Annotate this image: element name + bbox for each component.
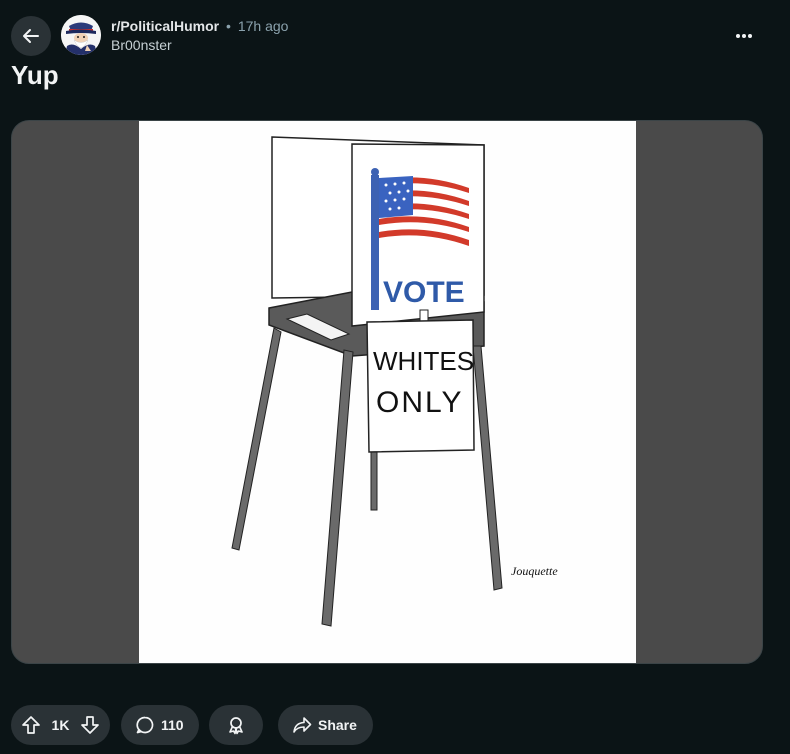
arrow-up-icon <box>22 716 40 734</box>
arrow-left-icon <box>21 26 41 46</box>
subreddit-name[interactable]: r/PoliticalHumor <box>111 18 219 34</box>
sign-line-1: WHITES <box>373 346 474 376</box>
arrow-down-icon <box>81 716 99 734</box>
artist-signature: Jouquette <box>511 564 558 578</box>
downvote-button[interactable] <box>80 715 100 735</box>
share-arrow-icon <box>292 715 312 735</box>
post-meta-line: r/PoliticalHumor • 17h ago <box>111 17 288 35</box>
ellipsis-icon <box>734 33 754 39</box>
action-bar: 1K 110 Share <box>11 705 373 745</box>
comment-count: 110 <box>161 717 184 733</box>
share-button[interactable]: Share <box>278 705 373 745</box>
more-options-button[interactable] <box>724 16 764 56</box>
upvote-button[interactable] <box>21 715 41 735</box>
vote-control: 1K <box>11 705 110 745</box>
back-button[interactable] <box>11 16 51 56</box>
post-author[interactable]: Br00nster <box>111 37 172 53</box>
post-header: r/PoliticalHumor • 17h ago Br00nster <box>0 0 790 60</box>
vote-text: VOTE <box>383 276 465 309</box>
speech-bubble-icon <box>135 715 155 735</box>
sign-line-2: ONLY <box>376 386 463 419</box>
post-media[interactable]: VOTE WHITES ONLY Jouquette <box>11 120 763 664</box>
vote-count: 1K <box>51 717 70 733</box>
cartoon-image: VOTE WHITES ONLY Jouquette <box>139 121 636 663</box>
post-title: Yup <box>11 60 59 90</box>
award-button[interactable] <box>209 705 263 745</box>
share-label: Share <box>318 717 357 733</box>
meta-separator: • <box>226 18 231 34</box>
award-icon <box>226 715 246 735</box>
post-time: 17h ago <box>237 18 289 34</box>
comments-button[interactable]: 110 <box>121 705 199 745</box>
subreddit-avatar[interactable] <box>61 15 101 55</box>
